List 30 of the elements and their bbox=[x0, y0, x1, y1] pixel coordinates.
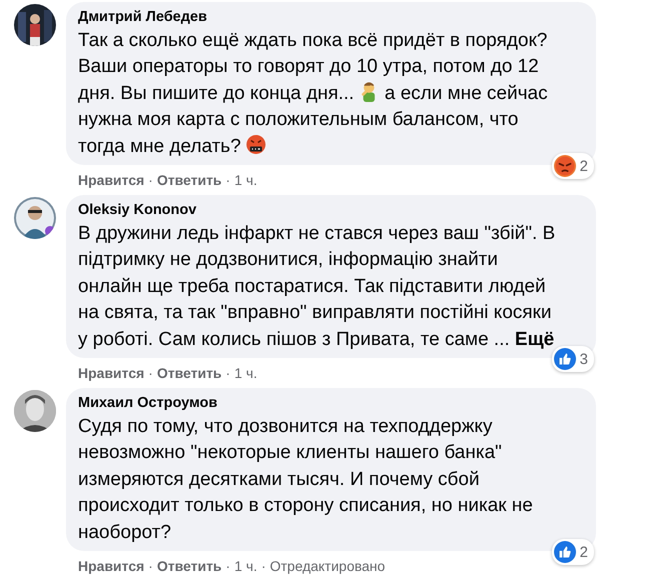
like-link[interactable]: Нравится bbox=[78, 171, 144, 190]
timestamp[interactable]: 1 ч. bbox=[234, 171, 258, 190]
author-name[interactable]: Дмитрий Лебедев bbox=[78, 8, 584, 26]
like-link[interactable]: Нравится bbox=[78, 557, 144, 576]
comment-text: Судя по тому, что дозвонится на техподдержку невозможно "некоторые клиенты нашего банка" измеряются десятками тысяч. И почему сбой происходит только в сторону списания, но никак не наоборот? bbox=[78, 415, 534, 545]
reply-link[interactable]: Ответить bbox=[156, 171, 222, 190]
thumbs-up-icon bbox=[554, 541, 576, 564]
separator-dot: · bbox=[261, 557, 266, 576]
author-name[interactable]: Михаил Остроумов bbox=[78, 394, 584, 412]
reply-link[interactable]: Ответить bbox=[156, 557, 222, 576]
reaction-badge[interactable]: 2 bbox=[552, 153, 594, 180]
comment-text: Так а сколько ещё ждать пока всё придёт в порядок? Ваши операторы то говорят до 10 утра, потом до 12 дня. Вы пишите до конца дня... а если мне сейчас нужна моя карта с положительным балансом, что тогда мне делать? bbox=[78, 29, 549, 159]
cursing-face-icon bbox=[246, 134, 266, 155]
reply-link[interactable]: Ответить bbox=[156, 364, 222, 382]
separator-dot: · bbox=[226, 171, 230, 190]
separator-dot: · bbox=[148, 557, 153, 576]
more-link[interactable]: Ещё bbox=[514, 328, 554, 350]
angry-face-icon bbox=[554, 155, 576, 178]
edited-label: Отредактировано bbox=[270, 557, 386, 576]
reaction-badge[interactable]: 3 bbox=[552, 346, 594, 372]
separator-dot: · bbox=[226, 364, 230, 382]
separator-dot: · bbox=[148, 364, 153, 382]
separator-dot: · bbox=[148, 171, 153, 190]
timestamp[interactable]: 1 ч. bbox=[234, 364, 258, 382]
thumbs-up-icon bbox=[554, 348, 576, 370]
separator-dot: · bbox=[226, 557, 230, 576]
reaction-badge[interactable]: 2 bbox=[552, 539, 594, 566]
like-link[interactable]: Нравится bbox=[78, 364, 144, 382]
timestamp[interactable]: 1 ч. bbox=[234, 557, 258, 576]
author-name[interactable]: Oleksiy Kononov bbox=[78, 201, 584, 220]
